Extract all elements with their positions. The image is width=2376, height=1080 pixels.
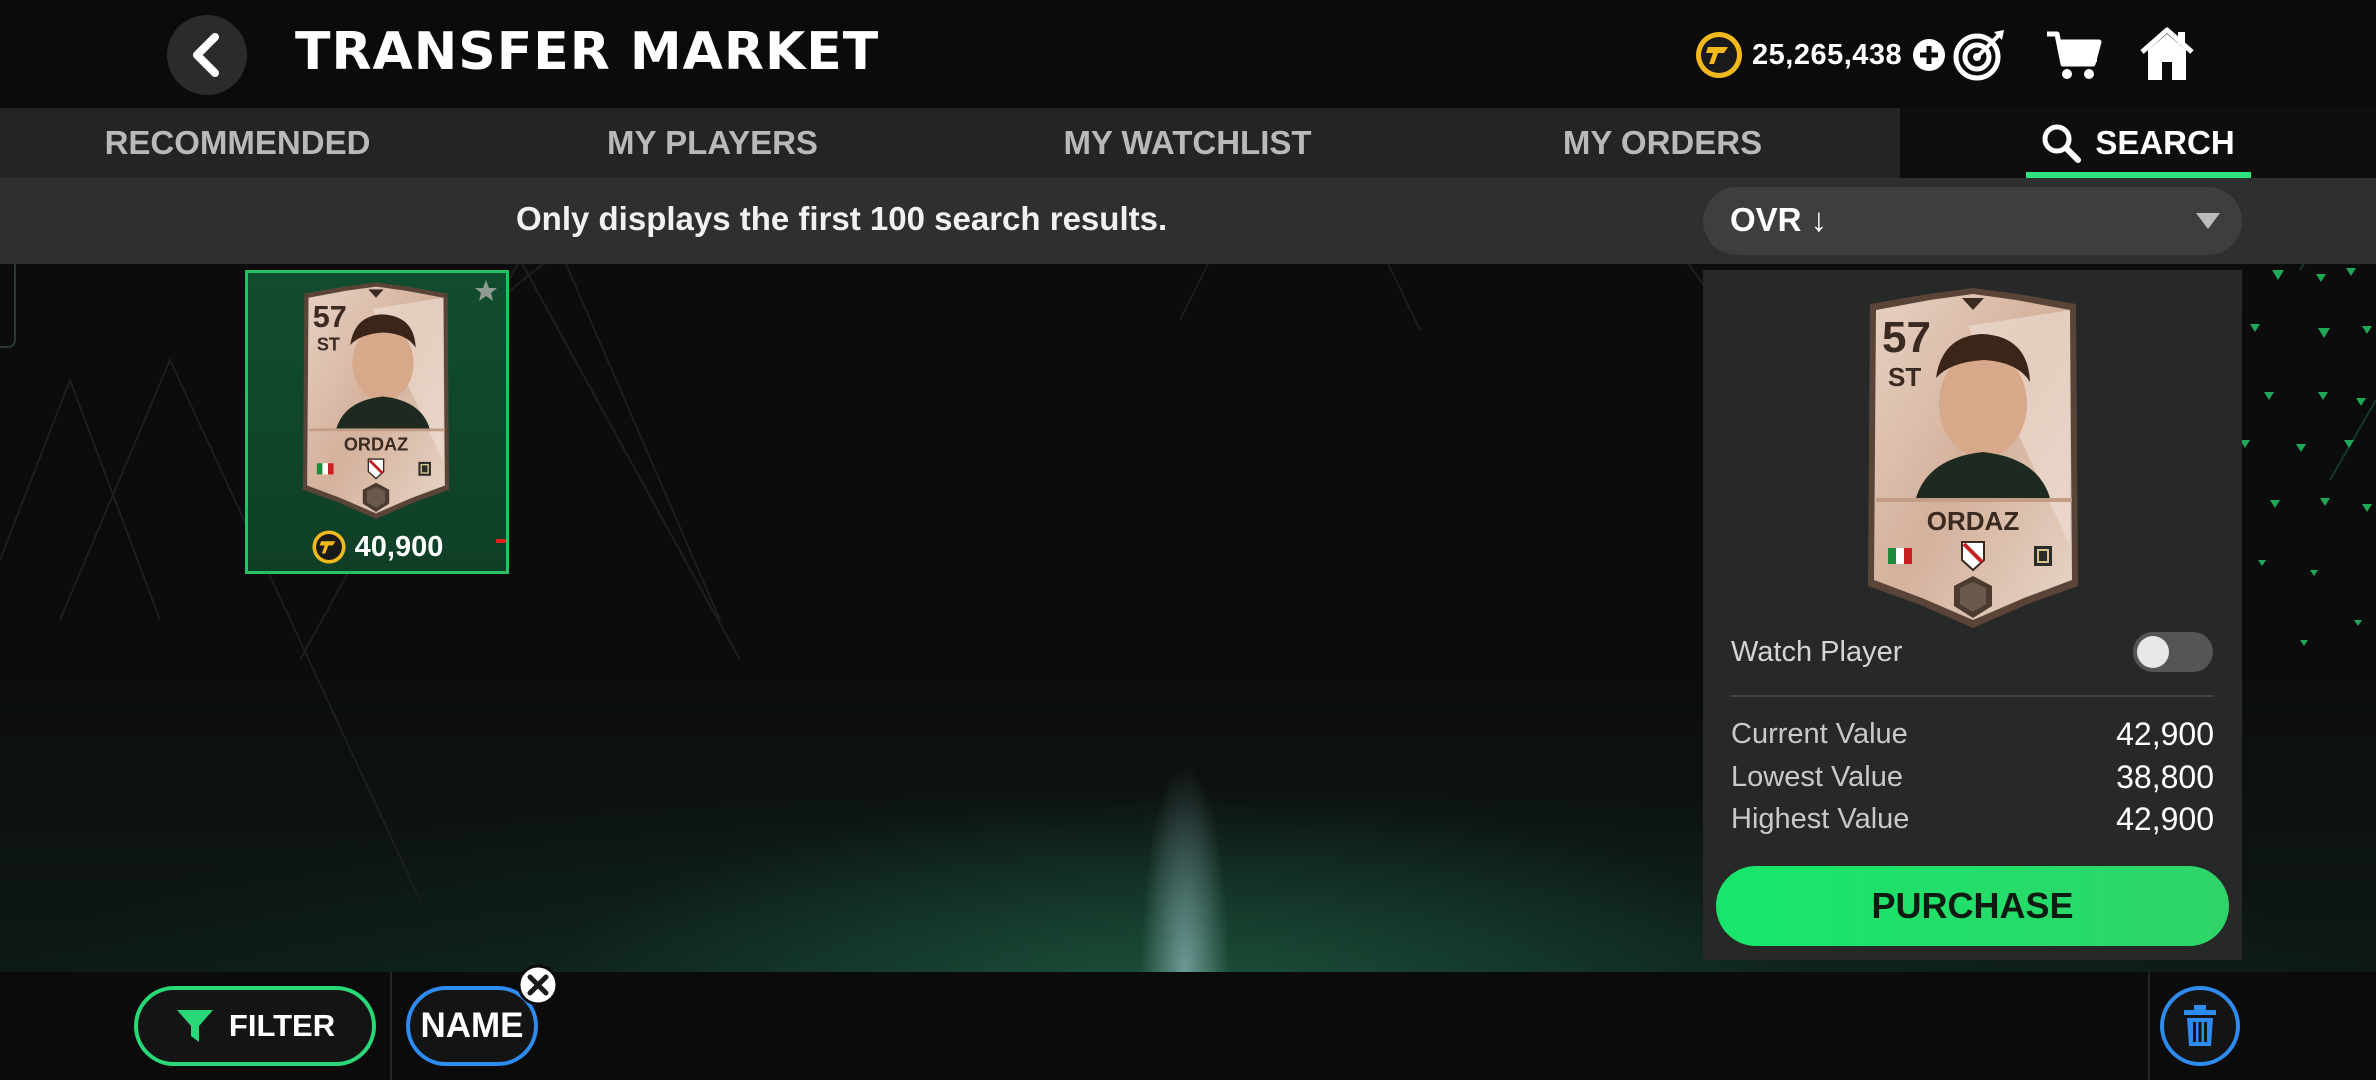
- star-icon[interactable]: [474, 279, 498, 303]
- tab-my-watchlist[interactable]: MY WATCHLIST: [950, 108, 1425, 178]
- search-icon: [2042, 124, 2082, 163]
- tab-bar: RECOMMENDED MY PLAYERS MY WATCHLIST MY O…: [0, 108, 2376, 178]
- target-icon[interactable]: [1950, 26, 2008, 84]
- toggle-knob: [2137, 636, 2169, 668]
- sort-dropdown[interactable]: OVR ↓: [1703, 187, 2242, 255]
- filter-button[interactable]: FILTER: [134, 986, 376, 1066]
- listing-price: 40,900: [354, 530, 444, 563]
- trash-icon: [2184, 1005, 2216, 1046]
- player-card-thumbnail: 57 ST ORDAZ: [302, 282, 450, 519]
- toolbar-separator: [2148, 972, 2150, 1080]
- filter-funnel-icon: [176, 1010, 213, 1042]
- card-rating: 57: [313, 300, 347, 334]
- coin-icon: [1696, 32, 1742, 78]
- mexico-flag-icon: [1888, 548, 1912, 564]
- home-icon[interactable]: [2138, 26, 2196, 84]
- player-detail-panel: 57 ST ORDAZ Watch Player Current Value 4…: [1703, 270, 2242, 960]
- price-row: 40,900: [248, 529, 506, 565]
- price-trend-marker: [496, 539, 506, 543]
- current-value-label: Current Value: [1731, 718, 1908, 750]
- tab-my-players[interactable]: MY PLAYERS: [475, 108, 950, 178]
- current-value: 42,900: [2116, 716, 2214, 752]
- filter-label: FILTER: [228, 1008, 336, 1043]
- divider: [1731, 695, 2213, 697]
- tab-my-orders[interactable]: MY ORDERS: [1425, 108, 1900, 178]
- watch-player-label: Watch Player: [1731, 636, 1903, 668]
- mexico-flag-icon: [316, 463, 334, 475]
- sort-value: OVR ↓: [1730, 201, 1828, 238]
- tab-recommended[interactable]: RECOMMENDED: [0, 108, 475, 178]
- card-player-name: ORDAZ: [1927, 506, 2020, 536]
- page-title: TRANSFER MARKET: [295, 22, 880, 82]
- search-result-card[interactable]: 57 ST ORDAZ 40,900: [245, 270, 509, 574]
- club-badge-icon: [2034, 546, 2052, 566]
- card-player-name: ORDAZ: [344, 435, 408, 455]
- watch-player-toggle[interactable]: [2133, 632, 2213, 672]
- cart-icon[interactable]: [2045, 26, 2103, 84]
- club-badge-icon: [418, 461, 431, 476]
- bottom-toolbar: FILTER NAME: [0, 964, 2376, 1080]
- results-limit-message: Only displays the first 100 search resul…: [516, 200, 1168, 237]
- tab-search[interactable]: SEARCH: [1900, 108, 2376, 178]
- highest-value-label: Highest Value: [1731, 803, 1910, 835]
- top-header: TRANSFER MARKET 25,265,438: [0, 0, 2376, 108]
- coin-balance: 25,265,438: [1694, 30, 1946, 80]
- player-card-large: 57 ST ORDAZ: [1868, 288, 2078, 628]
- results-info-bar: Only displays the first 100 search resul…: [0, 178, 2376, 264]
- caret-down-icon: [2196, 213, 2220, 229]
- back-chevron-icon: [193, 33, 219, 77]
- lowest-value: 38,800: [2116, 759, 2214, 795]
- purchase-button[interactable]: PURCHASE: [1716, 866, 2229, 946]
- lowest-value-label: Lowest Value: [1731, 761, 1903, 793]
- close-icon[interactable]: [517, 964, 559, 1006]
- highest-value: 42,900: [2116, 801, 2214, 837]
- card-position: ST: [1888, 362, 1921, 392]
- back-button[interactable]: [167, 15, 247, 95]
- card-position: ST: [317, 335, 340, 355]
- coin-amount: 25,265,438: [1752, 38, 1903, 71]
- coin-icon: [312, 530, 346, 564]
- plus-icon[interactable]: [1912, 38, 1946, 72]
- card-rating: 57: [1882, 313, 1931, 362]
- clear-filters-button[interactable]: [2160, 986, 2240, 1066]
- pitch-spotlight: [1140, 760, 1230, 980]
- toolbar-separator: [390, 972, 392, 1080]
